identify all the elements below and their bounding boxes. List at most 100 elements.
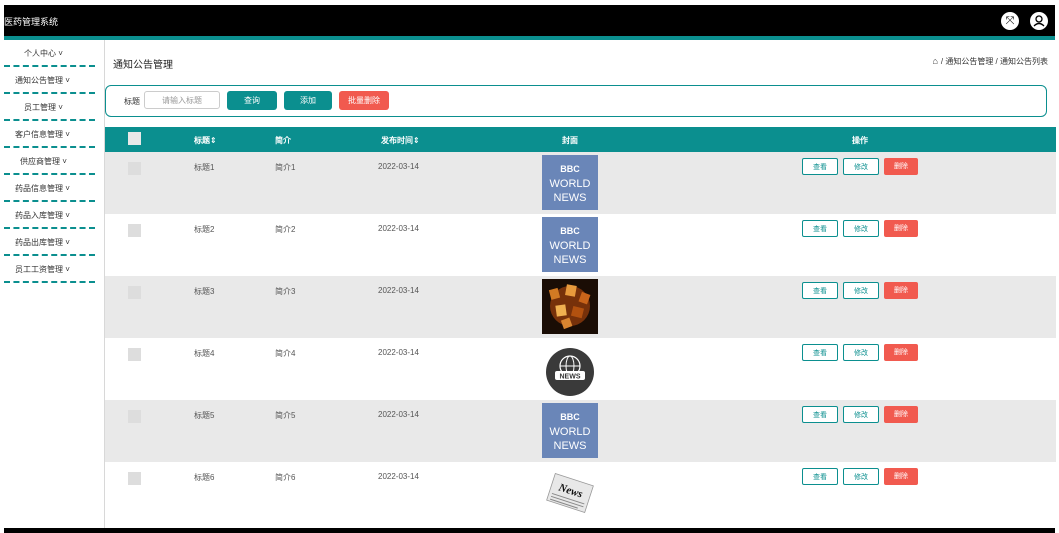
view-button[interactable]: 查看 xyxy=(802,406,838,423)
batch-delete-button[interactable]: 批量删除 xyxy=(339,91,389,110)
sidebar-item-label: 药品入库管理 ˅ xyxy=(15,211,70,220)
sidebar-item-label: 员工管理 ˅ xyxy=(24,103,63,112)
delete-button[interactable]: 删除 xyxy=(884,344,918,361)
cell-title: 标题6 xyxy=(194,473,215,482)
view-button[interactable]: 查看 xyxy=(802,282,838,299)
cover-image-bbc: BBC WORLD NEWS xyxy=(542,403,598,458)
cell-intro: 简介5 xyxy=(275,411,296,420)
sidebar: 个人中心 ˅ 通知公告管理 ˅ 员工管理 ˅ 客户信息管理 ˅ 供应商管理 ˅ … xyxy=(4,40,95,283)
row-checkbox[interactable] xyxy=(128,348,141,361)
cover-line1-text: WORLD xyxy=(550,240,591,252)
table-row: 标题2 简介2 2022-03-14 BBC WORLD NEWS 查看 修改 … xyxy=(105,214,1056,276)
header-date[interactable]: 发布时间⇕ xyxy=(381,135,420,146)
cover-line2-text: NEWS xyxy=(554,440,587,452)
view-button[interactable]: 查看 xyxy=(802,344,838,361)
cover-logo-text: BBC xyxy=(560,226,580,236)
search-label: 标题 xyxy=(124,97,140,106)
search-bar: 标题 请输入标题 查询 添加 批量删除 xyxy=(105,85,1047,117)
home-icon[interactable]: ⌂ xyxy=(932,56,937,66)
sidebar-item-drug-out[interactable]: 药品出库管理 ˅ xyxy=(4,229,95,256)
cover-line1-text: WORLD xyxy=(550,178,591,190)
sidebar-item-label: 供应商管理 ˅ xyxy=(20,157,67,166)
table-row: 标题3 简介3 2022-03-14 查看 修改 删除 xyxy=(105,276,1056,338)
delete-button[interactable]: 删除 xyxy=(884,468,918,485)
row-checkbox[interactable] xyxy=(128,410,141,423)
cell-date: 2022-03-14 xyxy=(378,410,419,419)
cover-image-bbc: BBC WORLD NEWS xyxy=(542,155,598,210)
header-intro: 简介 xyxy=(275,136,291,145)
cover-line1-text: WORLD xyxy=(550,426,591,438)
table-row: 标题1 简介1 2022-03-14 BBC WORLD NEWS 查看 修改 … xyxy=(105,152,1056,214)
cover-image-newspaper: News xyxy=(542,465,598,520)
cover-image-letters xyxy=(542,279,598,334)
cell-title: 标题1 xyxy=(194,163,215,172)
cover-line2-text: NEWS xyxy=(554,254,587,266)
edit-button[interactable]: 修改 xyxy=(843,344,879,361)
header-cover: 封面 xyxy=(562,136,578,145)
delete-button[interactable]: 删除 xyxy=(884,220,918,237)
sidebar-item-label: 客户信息管理 ˅ xyxy=(15,130,70,139)
fullscreen-icon[interactable]: ⤧ xyxy=(1001,12,1019,30)
cell-date: 2022-03-14 xyxy=(378,472,419,481)
top-bar: 医药管理系统 ⤧ xyxy=(4,5,1055,36)
cover-line2-text: NEWS xyxy=(554,192,587,204)
row-checkbox[interactable] xyxy=(128,286,141,299)
edit-button[interactable]: 修改 xyxy=(843,220,879,237)
view-button[interactable]: 查看 xyxy=(802,468,838,485)
table-row: 标题4 简介4 2022-03-14 NEWS 查看 修改 删除 xyxy=(105,338,1056,400)
sidebar-item-customer[interactable]: 客户信息管理 ˅ xyxy=(4,121,95,148)
bottom-bar xyxy=(4,528,1055,533)
edit-button[interactable]: 修改 xyxy=(843,406,879,423)
cover-logo-text: BBC xyxy=(560,164,580,174)
delete-button[interactable]: 删除 xyxy=(884,158,918,175)
sidebar-item-label: 药品出库管理 ˅ xyxy=(15,238,70,247)
view-button[interactable]: 查看 xyxy=(802,158,838,175)
sidebar-item-label: 员工工资管理 ˅ xyxy=(15,265,70,274)
sidebar-item-label: 药品信息管理 ˅ xyxy=(15,184,70,193)
row-checkbox[interactable] xyxy=(128,472,141,485)
view-button[interactable]: 查看 xyxy=(802,220,838,237)
cell-intro: 简介2 xyxy=(275,225,296,234)
row-checkbox[interactable] xyxy=(128,162,141,175)
breadcrumb-text[interactable]: / 通知公告管理 / 通知公告列表 xyxy=(941,57,1048,66)
header-title[interactable]: 标题⇕ xyxy=(194,135,217,146)
sidebar-item-drug-in[interactable]: 药品入库管理 ˅ xyxy=(4,202,95,229)
sidebar-item-staff[interactable]: 员工管理 ˅ xyxy=(4,94,95,121)
cell-date: 2022-03-14 xyxy=(378,286,419,295)
query-button[interactable]: 查询 xyxy=(227,91,277,110)
cover-image-globe: NEWS xyxy=(542,341,598,396)
table-row: 标题6 简介6 2022-03-14 News 查看 修改 删除 xyxy=(105,462,1056,524)
sidebar-item-supplier[interactable]: 供应商管理 ˅ xyxy=(4,148,95,175)
user-icon[interactable] xyxy=(1030,12,1048,30)
sidebar-item-personal-center[interactable]: 个人中心 ˅ xyxy=(4,40,95,67)
main-content: 通知公告管理 ⌂ / 通知公告管理 / 通知公告列表 标题 请输入标题 查询 添加… xyxy=(104,40,1056,528)
sidebar-item-drug-info[interactable]: 药品信息管理 ˅ xyxy=(4,175,95,202)
cover-image-bbc: BBC WORLD NEWS xyxy=(542,217,598,272)
delete-button[interactable]: 删除 xyxy=(884,282,918,299)
table-header: 标题⇕ 简介 发布时间⇕ 封面 操作 xyxy=(105,127,1056,152)
edit-button[interactable]: 修改 xyxy=(843,468,879,485)
select-all-checkbox[interactable] xyxy=(128,132,141,145)
edit-button[interactable]: 修改 xyxy=(843,158,879,175)
cover-logo-text: BBC xyxy=(560,412,580,422)
edit-button[interactable]: 修改 xyxy=(843,282,879,299)
cell-title: 标题5 xyxy=(194,411,215,420)
cell-intro: 简介1 xyxy=(275,163,296,172)
delete-button[interactable]: 删除 xyxy=(884,406,918,423)
cell-intro: 简介4 xyxy=(275,349,296,358)
cover-globe-text: NEWS xyxy=(560,374,581,381)
row-checkbox[interactable] xyxy=(128,224,141,237)
header-ops: 操作 xyxy=(852,136,868,145)
cell-title: 标题4 xyxy=(194,349,215,358)
breadcrumb: ⌂ / 通知公告管理 / 通知公告列表 xyxy=(932,56,1048,67)
cell-intro: 简介3 xyxy=(275,287,296,296)
search-input[interactable]: 请输入标题 xyxy=(144,91,220,109)
sidebar-item-notice[interactable]: 通知公告管理 ˅ xyxy=(4,67,95,94)
table-row: 标题5 简介5 2022-03-14 BBC WORLD NEWS 查看 修改 … xyxy=(105,400,1056,462)
add-button[interactable]: 添加 xyxy=(284,91,332,110)
app-title: 医药管理系统 xyxy=(4,17,59,27)
cell-title: 标题3 xyxy=(194,287,215,296)
cell-title: 标题2 xyxy=(194,225,215,234)
cell-intro: 简介6 xyxy=(275,473,296,482)
sidebar-item-salary[interactable]: 员工工资管理 ˅ xyxy=(4,256,95,283)
